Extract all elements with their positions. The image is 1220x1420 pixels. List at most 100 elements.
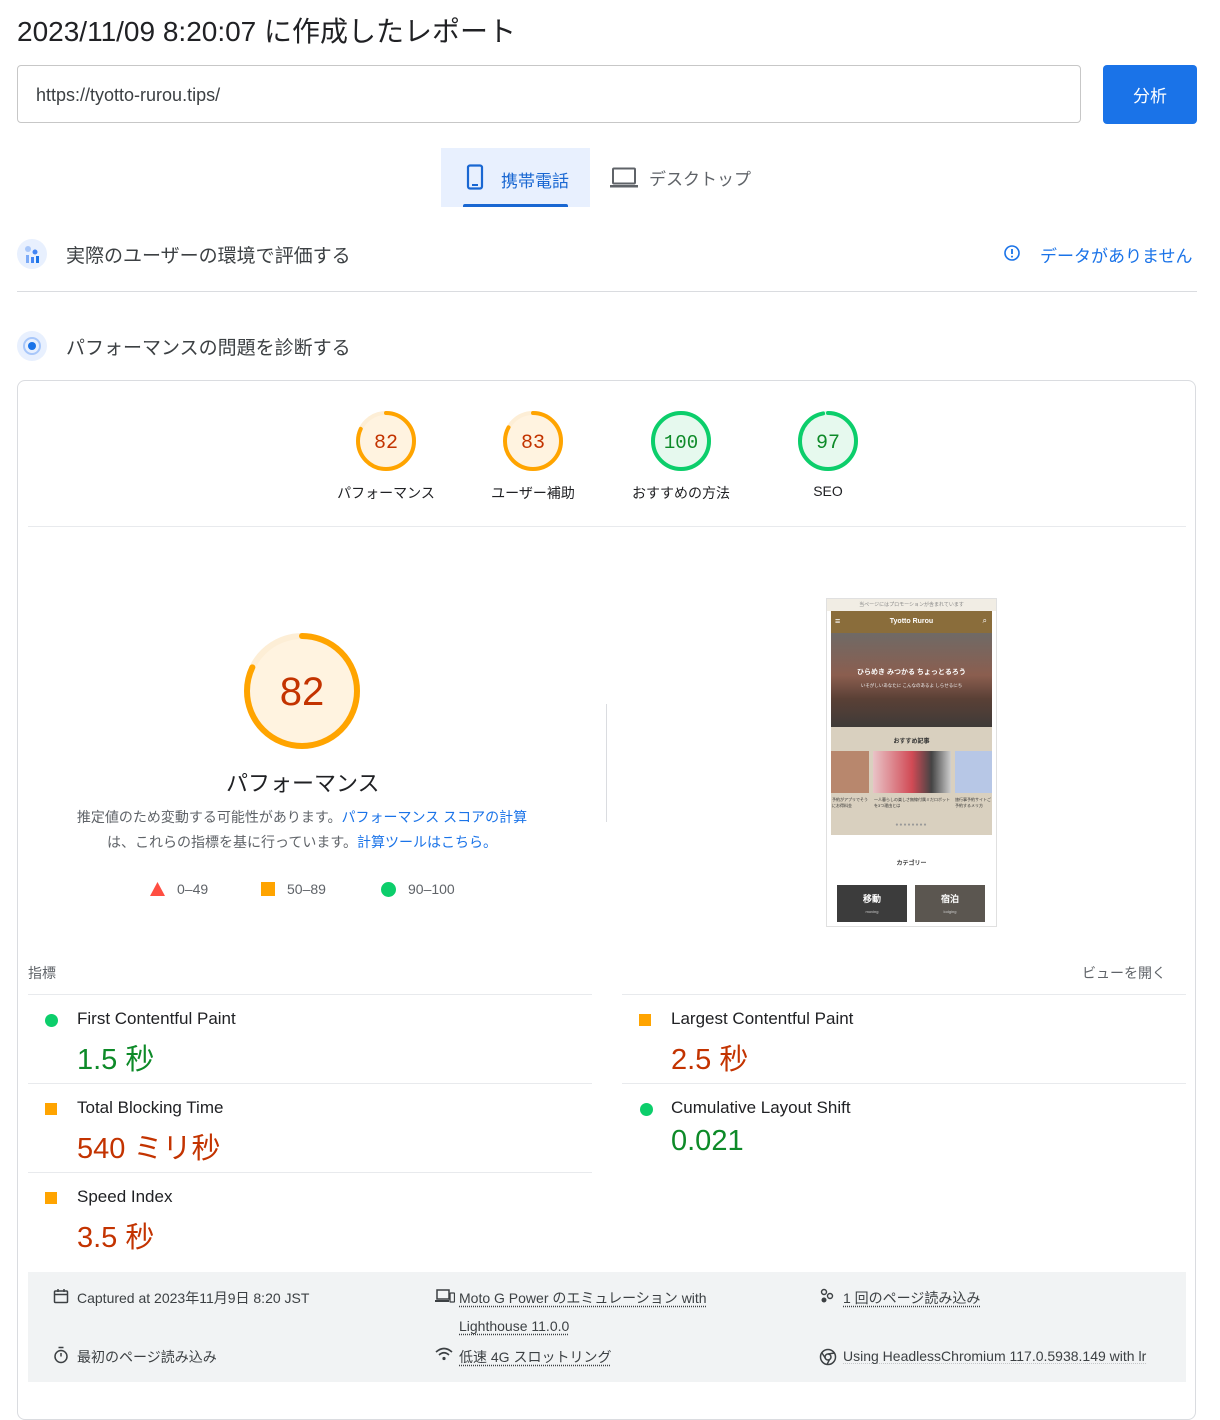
score-gauge-2[interactable]: 100 おすすめの方法 bbox=[626, 410, 736, 503]
thumb-category-sub: lodging bbox=[915, 909, 985, 914]
metric-tbt-name: Total Blocking Time bbox=[77, 1098, 223, 1118]
desc-text-2: は、これらの指標を基に行っています。 bbox=[107, 834, 357, 850]
lighthouse-icon bbox=[17, 331, 47, 361]
performance-description: 推定値のため変動する可能性があります。パフォーマンス スコアの計算 は、これらの… bbox=[40, 805, 564, 855]
thumb-category-name: 移動 bbox=[837, 892, 907, 905]
performance-main-label: パフォーマンス bbox=[226, 766, 380, 798]
thumb-header: ≡ Tyotto Rurou ⌕ bbox=[831, 611, 992, 633]
thumb-category-name: 宿泊 bbox=[915, 892, 985, 905]
thumb-hero-sub: いそがしいあなたに こんなのあるよ しらせるにち bbox=[831, 683, 992, 689]
diagnose-heading: パフォーマンスの問題を診断する bbox=[66, 333, 351, 360]
analyze-button[interactable]: 分析 bbox=[1103, 65, 1197, 124]
legend-poor-range: 0–49 bbox=[177, 881, 208, 897]
metric-divider bbox=[622, 994, 1186, 995]
thumb-category-card: 移動 moving bbox=[837, 885, 907, 922]
score-label: パフォーマンス bbox=[331, 483, 441, 503]
report-title: 2023/11/09 8:20:07 に作成したレポート bbox=[17, 10, 516, 50]
score-gauge-3[interactable]: 97 SEO bbox=[773, 410, 883, 499]
page-load-count[interactable]: 1 回のページ読み込み bbox=[843, 1288, 980, 1308]
thumb-pager-dots: ●●●●●●●● bbox=[831, 822, 992, 828]
browser-version[interactable]: Using HeadlessChromium 117.0.5938.149 wi… bbox=[843, 1348, 1165, 1364]
average-square-icon bbox=[639, 1014, 651, 1026]
calculator-link[interactable]: 計算ツールはこちら。 bbox=[357, 834, 497, 850]
thumb-article-image bbox=[873, 751, 951, 793]
expand-view-button[interactable]: ビューを開く bbox=[1082, 963, 1166, 983]
metric-divider bbox=[28, 1083, 592, 1084]
thumb-article-text: 一人暮らしの楽しさ無線付属ミだロボットを3つ理由とは bbox=[874, 797, 950, 809]
metric-divider bbox=[28, 1172, 592, 1173]
thumb-category-title: カテゴリー bbox=[827, 858, 996, 867]
good-circle-icon bbox=[45, 1014, 58, 1027]
good-circle-icon bbox=[640, 1103, 653, 1116]
thumb-hero: ひらめき みつかる ちょっとるろう いそがしいあなたに こんなのあるよ しらせる… bbox=[831, 633, 992, 727]
performance-main-gauge: 82 bbox=[242, 631, 362, 751]
thumb-category-sub: moving bbox=[837, 909, 907, 914]
laptop-icon bbox=[610, 167, 638, 189]
score-value: 97 bbox=[816, 432, 840, 455]
metric-divider bbox=[622, 1083, 1186, 1084]
legend-average-range: 50–89 bbox=[287, 881, 326, 897]
metric-fcp-value: 1.5 秒 bbox=[77, 1036, 154, 1078]
legend-poor: 0–49 bbox=[150, 881, 208, 897]
network-throttle-icon bbox=[435, 1347, 453, 1361]
thumb-category-card: 宿泊 lodging bbox=[915, 885, 985, 922]
metric-cls-value: 0.021 bbox=[671, 1125, 744, 1158]
gauges-divider bbox=[28, 526, 1186, 527]
metric-lcp-name: Largest Contentful Paint bbox=[671, 1009, 853, 1029]
metric-lcp-value: 2.5 秒 bbox=[671, 1036, 748, 1078]
metric-si-name: Speed Index bbox=[77, 1187, 172, 1207]
device-emulation[interactable]: Moto G Power のエミュレーション with bbox=[459, 1288, 707, 1308]
thumb-recommend: おすすめ記事 予約がアプリでそうにお得料金 一人暮らしの楽しさ無線付属ミだロボッ… bbox=[831, 727, 992, 835]
score-value: 82 bbox=[374, 432, 398, 455]
thumb-article-text: 旅行事予約サイトご予約するメリ方 bbox=[955, 797, 991, 809]
metric-divider bbox=[28, 994, 592, 995]
first-page-load: 最初のページ読み込み bbox=[77, 1347, 217, 1367]
score-calc-link[interactable]: パフォーマンス スコアの計算 bbox=[342, 809, 528, 825]
thumb-banner: 当ページにはプロモーションが含まれています bbox=[827, 599, 996, 611]
thumb-recommend-title: おすすめ記事 bbox=[831, 736, 992, 745]
info-icon bbox=[1003, 244, 1021, 267]
score-gauge-ring: 82 bbox=[355, 410, 417, 472]
desc-text-1: 推定値のため変動する可能性があります。 bbox=[77, 809, 342, 825]
captured-at: Captured at 2023年11月9日 8:20 JST bbox=[77, 1288, 309, 1308]
stopwatch-icon bbox=[53, 1346, 69, 1364]
score-gauge-ring: 83 bbox=[502, 410, 564, 472]
score-gauge-1[interactable]: 83 ユーザー補助 bbox=[478, 410, 588, 503]
network-throttling[interactable]: 低速 4G スロットリング bbox=[459, 1347, 611, 1367]
average-square-icon bbox=[45, 1192, 57, 1204]
tab-mobile[interactable]: 携帯電話 bbox=[441, 148, 590, 207]
square-icon bbox=[261, 882, 275, 896]
url-input[interactable]: https://tyotto-rurou.tips/ bbox=[17, 65, 1081, 123]
url-input-value: https://tyotto-rurou.tips/ bbox=[36, 85, 220, 106]
metric-tbt-value: 540 ミリ秒 bbox=[77, 1125, 220, 1167]
thumb-article-text: 予約がアプリでそうにお得料金 bbox=[832, 797, 870, 809]
score-label: SEO bbox=[773, 483, 883, 499]
score-value: 100 bbox=[664, 432, 698, 454]
thumb-search-icon: ⌕ bbox=[983, 616, 987, 626]
chrome-icon bbox=[819, 1348, 837, 1366]
score-gauge-ring: 97 bbox=[797, 410, 859, 472]
score-label: ユーザー補助 bbox=[478, 483, 588, 503]
average-square-icon bbox=[45, 1103, 57, 1115]
score-gauge-ring: 100 bbox=[650, 410, 712, 472]
field-data-icon bbox=[17, 239, 47, 269]
score-gauge-0[interactable]: 82 パフォーマンス bbox=[331, 410, 441, 503]
field-data-heading: 実際のユーザーの環境で評価する bbox=[66, 241, 351, 268]
tab-active-indicator bbox=[463, 204, 568, 207]
section-divider bbox=[17, 291, 1197, 292]
tab-mobile-label: 携帯電話 bbox=[501, 167, 569, 192]
triangle-icon bbox=[150, 882, 165, 896]
performance-main-score: 82 bbox=[280, 670, 325, 714]
thumb-site-name: Tyotto Rurou bbox=[831, 618, 992, 625]
score-value: 83 bbox=[521, 432, 545, 455]
lighthouse-version[interactable]: Lighthouse 11.0.0 bbox=[459, 1318, 569, 1334]
no-data-status[interactable]: データがありません bbox=[1040, 242, 1193, 267]
tab-desktop-label: デスクトップ bbox=[649, 165, 751, 190]
lighthouse-report-card bbox=[17, 380, 1196, 1420]
thumb-article-image bbox=[831, 751, 869, 793]
smartphone-icon bbox=[466, 164, 484, 190]
thumb-article-image bbox=[955, 751, 992, 793]
tab-desktop[interactable]: デスクトップ bbox=[605, 148, 765, 207]
metric-cls-name: Cumulative Layout Shift bbox=[671, 1098, 851, 1118]
circle-icon bbox=[381, 882, 396, 897]
